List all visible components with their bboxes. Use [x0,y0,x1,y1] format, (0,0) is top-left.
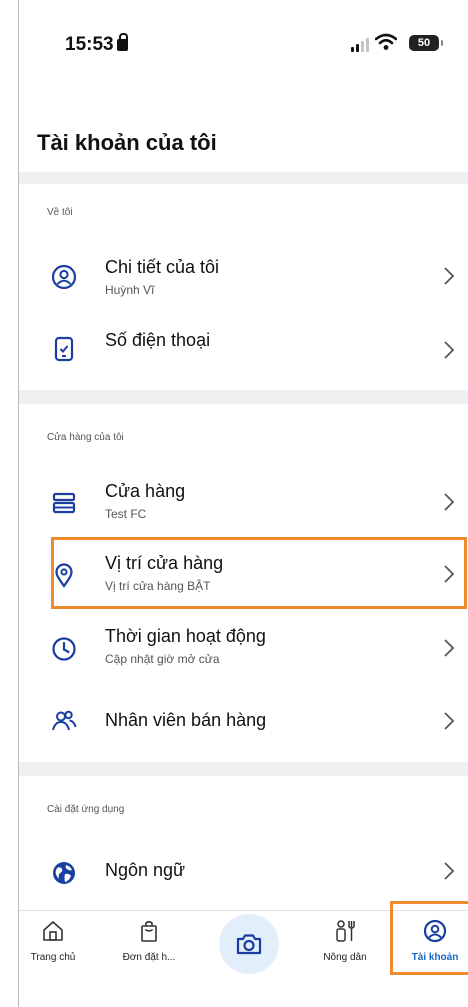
shopping-bag-icon [141,920,157,942]
camera-button[interactable] [219,914,279,974]
row-label: Nhân viên bán hàng [105,710,267,730]
row-sublabel: Huỳnh Vĩ [105,283,155,297]
tab-orders[interactable]: Đơn đặt h... [109,919,189,963]
clock-icon [52,637,76,661]
row-language[interactable]: Ngôn ngữ [19,836,468,908]
phone-icon [54,336,74,362]
section-divider [19,172,468,184]
row-operating-hours[interactable]: Thời gian hoạt động Cập nhật giờ mở cửa [19,612,468,684]
highlight-box [51,537,467,609]
row-sales-staff[interactable]: Nhân viên bán hàng [19,686,468,758]
tab-home[interactable]: Trang chủ [19,919,93,963]
chevron-right-icon [444,267,455,285]
status-time: 15:53 [65,33,128,56]
tab-label: Đơn đặt h... [122,952,176,963]
people-icon [52,710,77,731]
page-title: Tài khoản của tôi [37,130,217,155]
tab-label: Trang chủ [30,952,76,963]
chevron-right-icon [444,712,455,730]
status-bar: 15:53 50 [19,0,468,90]
section-header-about: Về tôi [47,207,73,218]
chevron-right-icon [444,862,455,880]
cellular-signal-icon [351,38,369,52]
home-icon [43,921,63,941]
camera-icon [236,934,262,955]
row-sublabel: Cập nhật giờ mở cửa [105,652,220,666]
row-store[interactable]: Cửa hàng Test FC [19,466,468,538]
tab-label: Nông dân [323,952,367,963]
app-screen: 15:53 50 Tài khoản của tôi Về tôi Chi ti… [18,0,468,1007]
row-label: Thời gian hoạt động [105,626,266,646]
chevron-right-icon [444,341,455,359]
row-phone-number[interactable]: Số điện thoại [19,312,468,384]
store-icon [52,492,76,514]
person-circle-icon [51,264,77,290]
row-label: Số điện thoại [105,330,211,350]
section-header-store: Cửa hàng của tôi [47,432,124,443]
section-divider [19,390,468,404]
row-label: Cửa hàng [105,481,186,501]
globe-icon [53,862,75,884]
row-sublabel: Test FC [105,507,147,521]
section-header-app-settings: Cài đặt ứng dụng [47,804,125,815]
tab-farmers[interactable]: Nông dân [305,919,385,963]
row-label: Chi tiết của tôi [105,257,220,277]
chevron-right-icon [444,493,455,511]
wifi-icon [375,33,397,50]
highlight-box [390,901,468,975]
section-divider [19,762,468,776]
battery-icon: 50 [409,35,443,51]
chevron-right-icon [444,639,455,657]
row-label: Ngôn ngữ [105,860,186,880]
row-my-details[interactable]: Chi tiết của tôi Huỳnh Vĩ [19,240,468,312]
farmer-icon [336,920,355,942]
lock-icon [116,33,128,51]
